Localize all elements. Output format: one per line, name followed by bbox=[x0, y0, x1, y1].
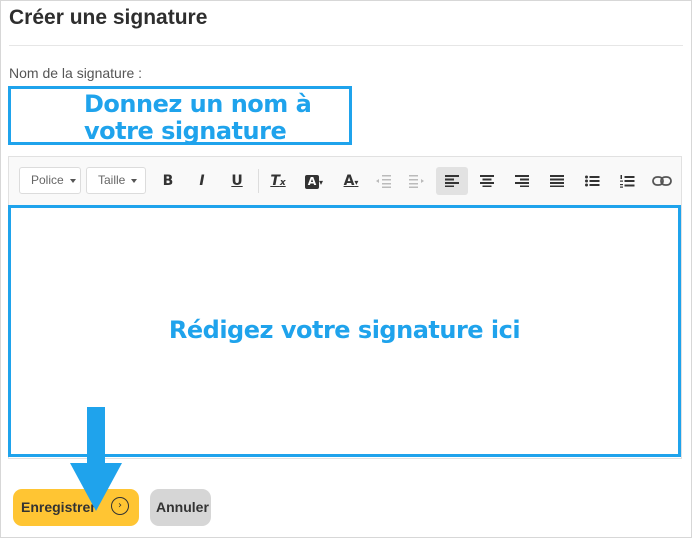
bold-icon: B bbox=[162, 173, 174, 189]
title-divider bbox=[9, 45, 683, 46]
insert-link-button[interactable] bbox=[646, 167, 678, 195]
clear-format-button[interactable]: Tx bbox=[262, 167, 294, 195]
signature-name-hint: Donnez un nom à votre signature bbox=[84, 90, 312, 145]
chevron-down-icon bbox=[131, 178, 138, 183]
bullet-list-button[interactable] bbox=[576, 167, 608, 195]
align-right-button[interactable] bbox=[506, 167, 538, 195]
toolbar-divider bbox=[258, 169, 259, 193]
signature-name-input[interactable]: Donnez un nom à votre signature bbox=[8, 86, 352, 145]
editor-toolbar: Police Taille B I U Tx A ▾ A▾ bbox=[9, 157, 681, 206]
pointer-arrow-icon bbox=[70, 407, 122, 511]
page-title: Créer une signature bbox=[9, 6, 208, 29]
align-center-icon bbox=[480, 175, 494, 187]
underline-icon: U bbox=[231, 173, 243, 189]
font-size-dropdown[interactable]: Taille bbox=[86, 167, 146, 194]
outdent-button[interactable] bbox=[367, 167, 399, 195]
align-left-icon bbox=[445, 175, 459, 187]
chevron-down-icon: ▾ bbox=[318, 178, 323, 187]
italic-icon: I bbox=[199, 173, 205, 189]
align-justify-button[interactable] bbox=[541, 167, 573, 195]
signature-body-hint: Rédigez votre signature ici bbox=[168, 316, 521, 344]
align-center-button[interactable] bbox=[471, 167, 503, 195]
text-color-icon: A bbox=[343, 173, 355, 189]
chevron-down-icon bbox=[69, 178, 76, 183]
italic-button[interactable]: I bbox=[186, 167, 218, 195]
outdent-icon bbox=[376, 175, 391, 188]
align-left-button[interactable] bbox=[436, 167, 468, 195]
link-icon bbox=[652, 176, 672, 186]
highlight-icon: A bbox=[304, 175, 319, 189]
align-right-icon bbox=[515, 175, 529, 187]
font-size-label: Taille bbox=[98, 173, 126, 187]
numbered-list-icon bbox=[619, 174, 634, 188]
bold-button[interactable]: B bbox=[152, 167, 184, 195]
background-color-button[interactable]: A ▾ bbox=[298, 167, 330, 195]
align-justify-icon bbox=[550, 175, 564, 187]
underline-button[interactable]: U bbox=[221, 167, 253, 195]
chevron-down-icon: ▾ bbox=[354, 178, 359, 187]
cancel-button-label: Annuler bbox=[156, 499, 209, 515]
bullet-list-icon bbox=[584, 175, 599, 187]
cancel-button[interactable]: Annuler bbox=[150, 489, 211, 526]
font-family-dropdown[interactable]: Police bbox=[19, 167, 81, 194]
indent-icon bbox=[409, 175, 424, 188]
font-family-label: Police bbox=[31, 173, 64, 187]
indent-button[interactable] bbox=[401, 167, 433, 195]
clear-format-icon: T bbox=[270, 173, 280, 189]
text-color-button[interactable]: A▾ bbox=[335, 167, 367, 195]
numbered-list-button[interactable] bbox=[611, 167, 643, 195]
signature-name-label: Nom de la signature : bbox=[9, 65, 143, 81]
